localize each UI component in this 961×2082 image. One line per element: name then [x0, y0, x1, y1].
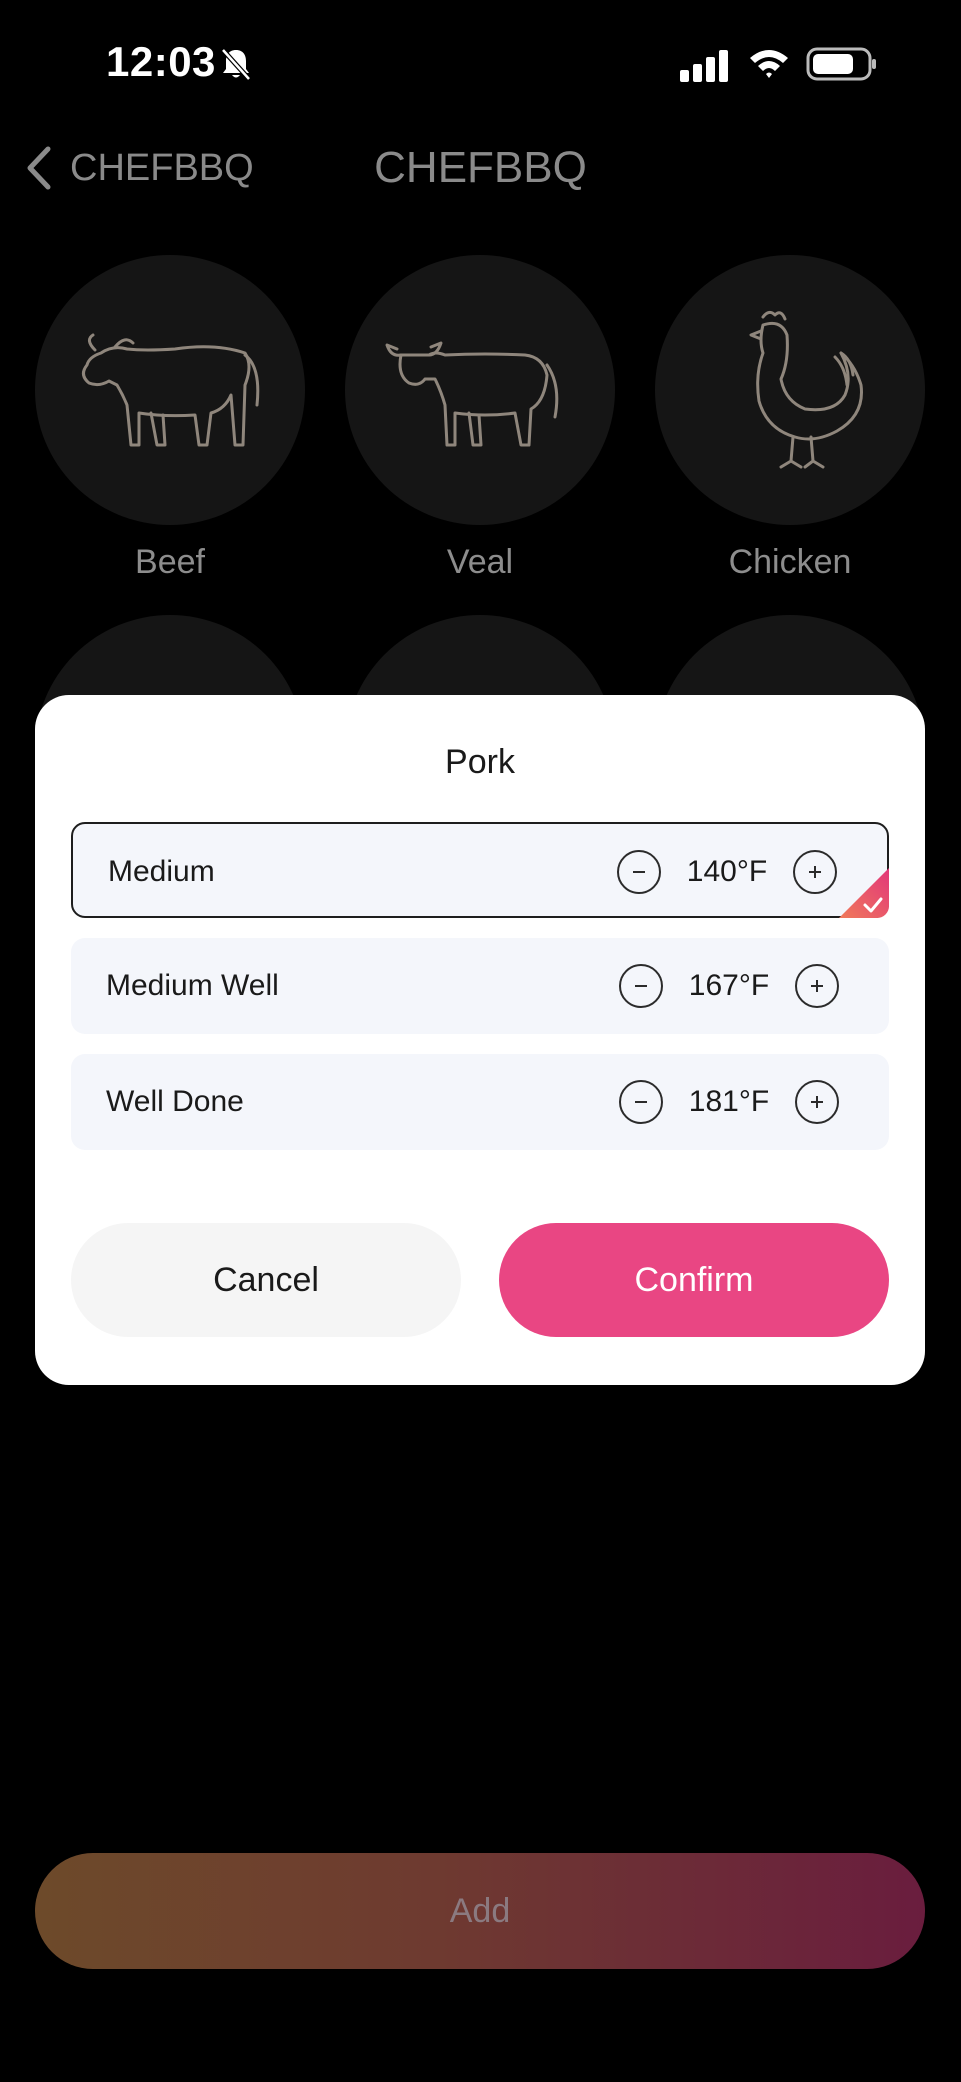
temperature-stepper: 140°F	[617, 848, 837, 896]
minus-icon	[635, 1101, 647, 1103]
category-label: Chicken	[728, 543, 852, 581]
plus-icon	[811, 980, 823, 992]
category-chicken[interactable]: Chicken	[655, 255, 925, 582]
dialog-title: Pork	[445, 743, 515, 781]
temperature-value: 167°F	[688, 969, 770, 1002]
category-circle	[655, 255, 925, 525]
option-label: Well Done	[106, 1085, 244, 1118]
status-bar: 12:03	[0, 0, 961, 130]
confirm-button[interactable]: Confirm	[499, 1223, 889, 1337]
status-time: 12:03	[106, 38, 216, 85]
page-title: CHEFBBQ	[374, 143, 587, 192]
minus-icon	[633, 871, 645, 873]
selected-check-icon	[839, 868, 889, 918]
decrement-button[interactable]	[619, 1080, 663, 1124]
option-label: Medium Well	[106, 969, 279, 1002]
increment-button[interactable]	[795, 1080, 839, 1124]
option-medium[interactable]: Medium 140°F	[71, 822, 889, 918]
option-well-done[interactable]: Well Done 181°F	[71, 1054, 889, 1150]
add-button[interactable]: Add	[35, 1853, 925, 1969]
plus-icon	[811, 1096, 823, 1108]
option-medium-well[interactable]: Medium Well 167°F	[71, 938, 889, 1034]
category-label: Veal	[446, 543, 514, 581]
increment-button[interactable]	[795, 964, 839, 1008]
temperature-value: 181°F	[688, 1085, 770, 1118]
chicken-icon	[749, 310, 863, 469]
category-beef[interactable]: Beef	[35, 255, 305, 582]
temperature-stepper: 181°F	[619, 1078, 839, 1126]
decrement-button[interactable]	[619, 964, 663, 1008]
wifi-icon	[750, 50, 788, 78]
decrement-button[interactable]	[617, 850, 661, 894]
category-veal[interactable]: Veal	[345, 255, 615, 582]
option-label: Medium	[108, 855, 215, 888]
doneness-dialog: Pork Medium 140°F Medium Well 167°F Well…	[35, 695, 925, 1385]
cancel-button[interactable]: Cancel	[71, 1223, 461, 1337]
minus-icon	[635, 985, 647, 987]
cellular-signal-icon	[680, 50, 728, 82]
calf-icon	[385, 341, 559, 447]
bell-slash-icon	[221, 48, 251, 81]
category-circle	[35, 255, 305, 525]
category-circle	[345, 255, 615, 525]
category-label: Beef	[135, 543, 205, 581]
temperature-stepper: 167°F	[619, 962, 839, 1010]
cow-icon	[82, 333, 260, 447]
temperature-value: 140°F	[686, 855, 768, 888]
plus-icon	[809, 866, 821, 878]
increment-button[interactable]	[793, 850, 837, 894]
screen: 12:03 CHEFBBQ CHEFBBQ Beef Veal Chicken …	[0, 0, 961, 2082]
battery-icon	[806, 47, 876, 81]
